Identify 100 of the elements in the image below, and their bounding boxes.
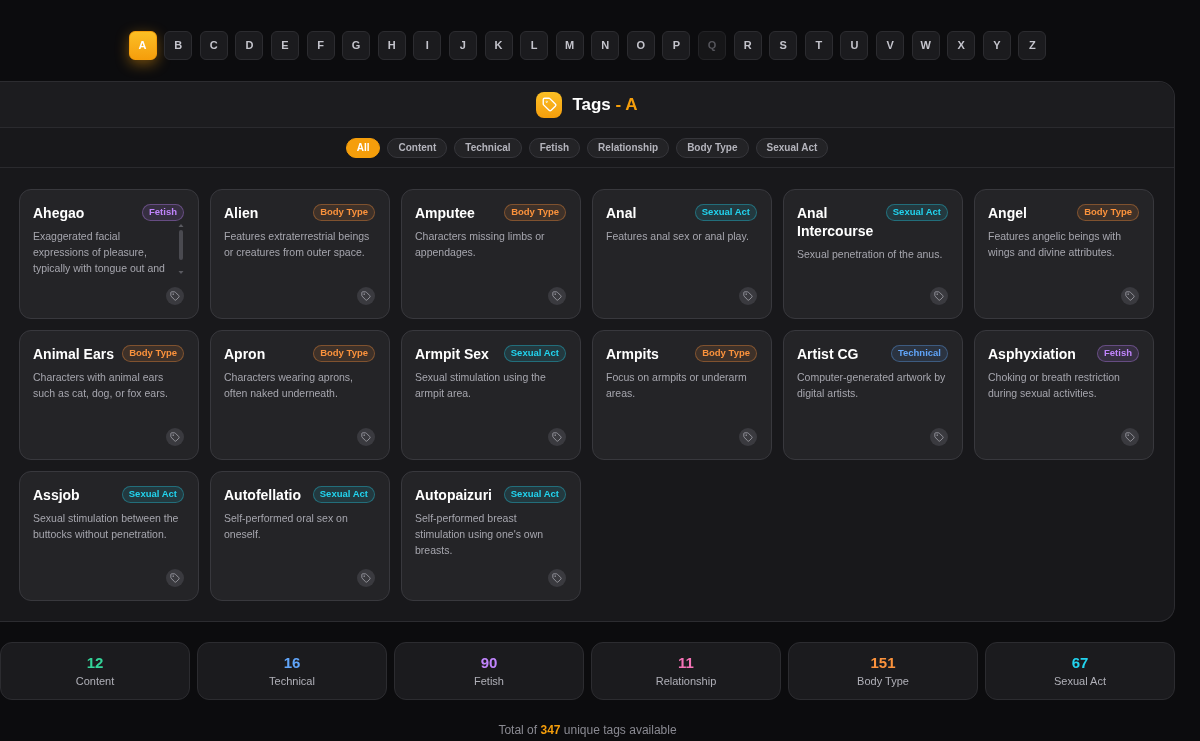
- category-badge: Sexual Act: [121, 486, 184, 503]
- category-badge: Sexual Act: [312, 486, 375, 503]
- tag-card[interactable]: Amputee Body Type Characters missing limbs or appendages.: [401, 189, 581, 319]
- tag-description: Computer-generated artwork by digital artists.: [797, 370, 947, 401]
- stat-count: 67: [1071, 654, 1089, 672]
- tag-card[interactable]: Ahegao Fetish Exaggerated facial expressions of pleasure, typically with tongue out and: [19, 189, 199, 319]
- letter-button[interactable]: S: [769, 31, 798, 60]
- category-badge: Body Type: [122, 345, 184, 362]
- tag-icon: [536, 91, 563, 118]
- tag-name: Ahegao: [33, 204, 85, 222]
- letter-button[interactable]: E: [270, 31, 299, 60]
- letter-button[interactable]: M: [555, 31, 584, 60]
- tag-description: Features angelic beings with wings and divine attributes.: [988, 229, 1123, 260]
- tag-description: Self-performed oral sex on oneself.: [224, 511, 349, 542]
- tag-icon[interactable]: [548, 569, 566, 587]
- tag-card[interactable]: Apron Body Type Characters wearing aprons, often naked underneath.: [210, 330, 390, 460]
- category-badge: Fetish: [1097, 345, 1139, 362]
- panel-title: Tags - A: [572, 93, 638, 116]
- letter-button[interactable]: F: [306, 31, 335, 60]
- category-badge: Body Type: [1077, 204, 1139, 221]
- scrollbar[interactable]: [178, 224, 184, 274]
- tag-icon[interactable]: [739, 428, 757, 446]
- letter-button[interactable]: J: [448, 31, 477, 60]
- letter-button[interactable]: L: [520, 31, 549, 60]
- tag-icon[interactable]: [930, 428, 948, 446]
- tag-icon[interactable]: [357, 428, 375, 446]
- filter-chip[interactable]: Body Type: [676, 137, 749, 158]
- stat-count: 16: [283, 654, 301, 672]
- letter-button[interactable]: W: [911, 31, 940, 60]
- letter-button[interactable]: X: [947, 31, 976, 60]
- tag-name: Autopaizuri: [415, 486, 492, 504]
- tag-card[interactable]: Anal Sexual Act Features anal sex or anal play.: [592, 189, 772, 319]
- tag-icon[interactable]: [548, 287, 566, 305]
- stat-label: Relationship: [655, 674, 717, 688]
- tag-name: Autofellatio: [224, 486, 301, 504]
- tag-icon[interactable]: [1121, 287, 1139, 305]
- tag-icon[interactable]: [548, 428, 566, 446]
- tag-icon[interactable]: [739, 287, 757, 305]
- category-badge: Sexual Act: [885, 204, 948, 221]
- tag-card[interactable]: Autofellatio Sexual Act Self-performed oral sex on oneself.: [210, 471, 390, 601]
- tag-icon[interactable]: [1121, 428, 1139, 446]
- tag-icon[interactable]: [166, 287, 184, 305]
- tag-card[interactable]: Asphyxiation Fetish Choking or breath restriction during sexual activities.: [974, 330, 1154, 460]
- tag-card[interactable]: Anal Intercourse Sexual Act Sexual penetration of the anus.: [783, 189, 963, 319]
- letter-button[interactable]: T: [804, 31, 833, 60]
- tag-name: Angel: [988, 204, 1027, 222]
- letter-button[interactable]: Z: [1018, 31, 1047, 60]
- tag-card[interactable]: Assjob Sexual Act Sexual stimulation between the buttocks without penetration.: [19, 471, 199, 601]
- tag-description: Features extraterrestrial beings or creatures from outer space.: [224, 229, 371, 260]
- filter-chip[interactable]: Technical: [454, 137, 522, 158]
- category-badge: Body Type: [313, 204, 375, 221]
- letter-button[interactable]: H: [377, 31, 406, 60]
- letter-button[interactable]: R: [733, 31, 762, 60]
- letter-button[interactable]: K: [484, 31, 513, 60]
- tag-card[interactable]: Animal Ears Body Type Characters with animal ears such as cat, dog, or fox ears.: [19, 330, 199, 460]
- tag-icon[interactable]: [166, 428, 184, 446]
- letter-button[interactable]: Y: [982, 31, 1011, 60]
- stat-count: 11: [678, 654, 694, 672]
- letter-button[interactable]: D: [235, 31, 264, 60]
- tag-icon[interactable]: [357, 287, 375, 305]
- category-badge: Technical: [890, 345, 948, 362]
- tag-card[interactable]: Armpit Sex Sexual Act Sexual stimulation using the armpit area.: [401, 330, 581, 460]
- stat-label: Content: [75, 674, 115, 688]
- stat-count: 12: [86, 654, 104, 672]
- stat-label: Technical: [269, 674, 315, 688]
- tag-card[interactable]: Angel Body Type Features angelic beings with wings and divine attributes.: [974, 189, 1154, 319]
- category-badge: Sexual Act: [694, 204, 757, 221]
- tag-description: Exaggerated facial expressions of pleasure, typically with tongue out and: [33, 229, 166, 276]
- letter-button[interactable]: I: [413, 31, 442, 60]
- tag-name: Asphyxiation: [988, 345, 1076, 363]
- filter-chip[interactable]: Sexual Act: [755, 137, 829, 158]
- tag-icon[interactable]: [930, 287, 948, 305]
- letter-button[interactable]: C: [199, 31, 228, 60]
- filter-chip[interactable]: Content: [387, 137, 448, 158]
- tag-card[interactable]: Armpits Body Type Focus on armpits or underarm areas.: [592, 330, 772, 460]
- category-badge: Body Type: [504, 204, 566, 221]
- tag-card[interactable]: Alien Body Type Features extraterrestrial beings or creatures from outer space.: [210, 189, 390, 319]
- tag-name: Assjob: [33, 486, 80, 504]
- tag-name: Anal: [606, 204, 637, 222]
- tag-card[interactable]: Autopaizuri Sexual Act Self-performed breast stimulation using one's own breasts.: [401, 471, 581, 601]
- letter-button[interactable]: N: [591, 31, 620, 60]
- filter-chip[interactable]: Relationship: [587, 137, 670, 158]
- tag-icon[interactable]: [166, 569, 184, 587]
- tag-name: Apron: [224, 345, 266, 363]
- letter-button[interactable]: P: [662, 31, 691, 60]
- tag-description: Focus on armpits or underarm areas.: [606, 370, 748, 401]
- tag-description: Characters wearing aprons, often naked underneath.: [224, 370, 354, 401]
- tag-icon[interactable]: [357, 569, 375, 587]
- letter-button[interactable]: V: [876, 31, 905, 60]
- letter-button[interactable]: U: [840, 31, 869, 60]
- tag-card[interactable]: Artist CG Technical Computer-generated artwork by digital artists.: [783, 330, 963, 460]
- letter-button[interactable]: G: [342, 31, 371, 60]
- letter-button[interactable]: O: [626, 31, 655, 60]
- tag-name: Amputee: [415, 204, 475, 222]
- category-badge: Sexual Act: [503, 486, 566, 503]
- tag-description: Sexual stimulation between the buttocks without penetration.: [33, 511, 180, 542]
- letter-button[interactable]: B: [164, 31, 193, 60]
- filter-chip[interactable]: Fetish: [528, 137, 581, 158]
- category-badge: Fetish: [142, 204, 184, 221]
- tag-description: Sexual penetration of the anus.: [797, 247, 943, 262]
